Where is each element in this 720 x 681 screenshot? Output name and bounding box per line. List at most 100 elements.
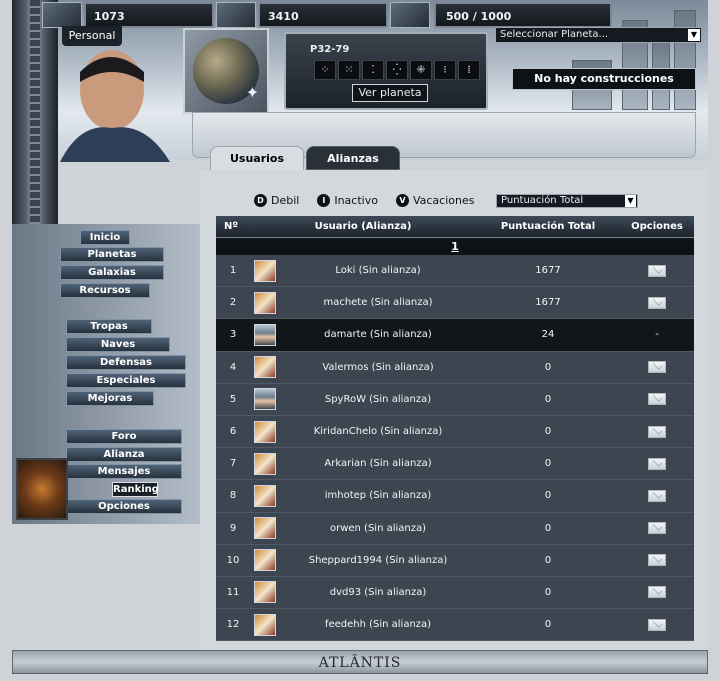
table-row: 6 KiridanChelo (Sin alianza) 0	[216, 415, 694, 449]
tab-alianzas[interactable]: Alianzas	[306, 146, 400, 170]
planet-select[interactable]: Seleccionar Planeta... ▼	[495, 27, 702, 43]
nav-mensajes[interactable]: Mensajes	[66, 464, 182, 479]
header-user: Usuario (Alianza)	[314, 221, 412, 232]
row-rank: 3	[229, 329, 237, 341]
resource-3-icon	[390, 2, 430, 28]
sort-select[interactable]: Puntuación Total ▼	[496, 194, 638, 208]
mail-icon[interactable]	[648, 425, 666, 438]
table-row: 11 dvd93 (Sin alianza) 0	[216, 576, 694, 610]
nav-foro[interactable]: Foro	[66, 429, 182, 444]
nav-alianza[interactable]: Alianza	[66, 447, 182, 462]
row-user[interactable]: feedehh (Sin alianza)	[280, 619, 476, 630]
avatar-cell	[250, 613, 280, 636]
header-num: Nº	[224, 221, 239, 232]
chevron-down-icon: ▼	[625, 195, 636, 207]
avatar[interactable]	[254, 356, 276, 379]
nav-opciones[interactable]: Opciones	[66, 499, 182, 514]
avatar[interactable]	[254, 581, 276, 604]
tab-usuarios[interactable]: Usuarios	[210, 146, 304, 170]
mail-icon[interactable]	[648, 393, 666, 406]
gate-image	[16, 458, 68, 520]
avatar[interactable]	[254, 452, 276, 475]
table-header: Nº Usuario (Alianza) Puntuación Total Op…	[216, 216, 694, 238]
table-row: 8 imhotep (Sin alianza) 0	[216, 480, 694, 513]
row-user[interactable]: SpyRoW (Sin alianza)	[280, 394, 476, 405]
avatar-cell	[250, 291, 280, 314]
row-user[interactable]: damarte (Sin alianza)	[280, 329, 476, 340]
table-row: 3 damarte (Sin alianza) 24 -	[216, 319, 694, 352]
avatar[interactable]	[254, 323, 276, 346]
header-score: Puntuación Total	[500, 221, 596, 232]
row-user[interactable]: imhotep (Sin alianza)	[280, 490, 476, 501]
ranking-table: Nº Usuario (Alianza) Puntuación Total Op…	[216, 216, 694, 642]
avatar[interactable]	[254, 388, 276, 411]
nav-recursos[interactable]: Recursos	[60, 283, 150, 298]
avatar-cell	[250, 356, 280, 379]
row-score: 0	[544, 458, 552, 470]
view-planet-button[interactable]: Ver planeta	[352, 84, 428, 102]
row-user[interactable]: Arkarian (Sin alianza)	[280, 458, 476, 469]
avatar[interactable]	[254, 549, 276, 572]
row-rank: 10	[226, 554, 240, 566]
mail-icon[interactable]	[648, 361, 666, 374]
mail-icon[interactable]	[648, 618, 666, 631]
row-user[interactable]: Sheppard1994 (Sin alianza)	[280, 555, 476, 566]
row-user[interactable]: dvd93 (Sin alianza)	[280, 587, 476, 598]
nav-tropas[interactable]: Tropas	[66, 319, 152, 334]
mail-icon[interactable]	[648, 264, 666, 277]
planet-frame[interactable]: ✦	[183, 28, 269, 114]
mail-icon[interactable]	[648, 586, 666, 599]
avatar-cell	[250, 452, 280, 475]
row-rank: 4	[229, 361, 237, 373]
nav-especiales[interactable]: Especiales	[66, 373, 186, 388]
resource-1-icon	[42, 2, 82, 28]
planet-select-value: Seleccionar Planeta...	[500, 29, 609, 40]
table-row: 12 feedehh (Sin alianza) 0	[216, 609, 694, 642]
mail-icon[interactable]	[648, 489, 666, 502]
row-score: 0	[544, 393, 552, 405]
glyph-4: ⁛	[386, 60, 408, 80]
avatar[interactable]	[254, 517, 276, 540]
legend-weak: D Debil	[254, 194, 299, 207]
row-user[interactable]: machete (Sin alianza)	[280, 297, 476, 308]
mail-icon[interactable]	[648, 296, 666, 309]
mail-icon[interactable]	[648, 457, 666, 470]
nav-inicio[interactable]: Inicio	[80, 230, 130, 245]
avatar[interactable]	[254, 420, 276, 443]
avatar[interactable]	[254, 613, 276, 636]
nav-planetas[interactable]: Planetas	[60, 247, 164, 262]
avatar-cell	[250, 549, 280, 572]
avatar-cell	[250, 484, 280, 507]
construction-status: No hay construcciones	[512, 68, 696, 90]
glyph-5: ⁜	[410, 60, 432, 80]
row-options	[620, 522, 694, 535]
footer-logo: ATLÂNTIS	[12, 650, 708, 674]
nav-mejoras[interactable]: Mejoras	[66, 391, 154, 406]
avatar[interactable]	[254, 259, 276, 282]
glyph-2: ⁙	[338, 60, 360, 80]
row-score: 0	[544, 619, 552, 631]
mail-icon[interactable]	[648, 554, 666, 567]
nav-ranking[interactable]: Ranking	[112, 482, 159, 497]
legend-vacation-label: Vacaciones	[412, 194, 475, 207]
nav-naves[interactable]: Naves	[66, 337, 170, 352]
mail-icon[interactable]	[648, 522, 666, 535]
nav-galaxias[interactable]: Galaxias	[60, 265, 164, 280]
inactive-icon: I	[317, 194, 331, 207]
avatar-cell	[250, 259, 280, 282]
avatar-cell	[250, 388, 280, 411]
row-rank: 8	[229, 490, 237, 502]
resource-3-value: 500 / 1000	[446, 10, 512, 23]
row-user[interactable]: orwen (Sin alianza)	[280, 523, 476, 534]
avatar-cell	[250, 420, 280, 443]
row-user[interactable]: Valermos (Sin alianza)	[280, 362, 476, 373]
row-user[interactable]: Loki (Sin alianza)	[280, 265, 476, 276]
page-link[interactable]: 1	[451, 240, 459, 253]
row-user[interactable]: KiridanChelo (Sin alianza)	[280, 426, 476, 437]
nav-defensas[interactable]: Defensas	[66, 355, 186, 370]
avatar[interactable]	[254, 484, 276, 507]
table-row: 5 SpyRoW (Sin alianza) 0	[216, 383, 694, 416]
avatar[interactable]	[254, 291, 276, 314]
table-row: 10 Sheppard1994 (Sin alianza) 0	[216, 544, 694, 577]
avatar-cell	[250, 517, 280, 540]
